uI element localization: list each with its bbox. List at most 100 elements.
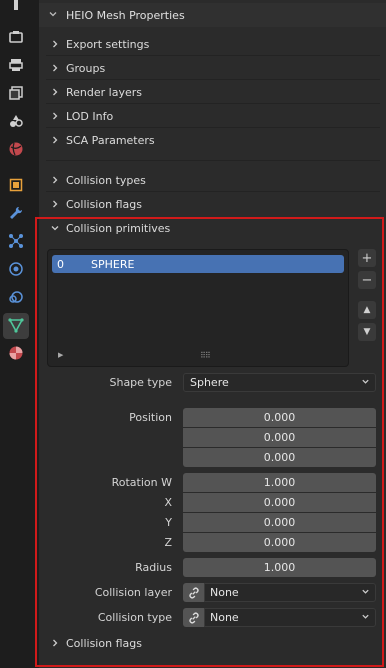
position-y-field[interactable]: 0.000 — [183, 428, 376, 447]
chevron-right-icon — [50, 638, 60, 648]
section-label: Collision types — [66, 173, 146, 187]
divider — [46, 127, 380, 128]
chevron-right-icon — [50, 39, 60, 49]
chevron-down-icon — [50, 223, 60, 233]
panel-title: HEIO Mesh Properties — [66, 8, 185, 22]
add-primitive-button[interactable]: + — [358, 249, 376, 267]
collision-type-dropdown[interactable]: None — [183, 608, 376, 627]
section-primitive-collision-flags[interactable]: Collision flags — [46, 632, 380, 654]
collision-layer-select[interactable]: None — [204, 583, 376, 602]
position-label: Position — [129, 411, 172, 424]
section-label: Collision flags — [66, 636, 142, 650]
section-collision-primitives[interactable]: Collision primitives — [46, 217, 380, 239]
collision-type-select[interactable]: None — [204, 608, 376, 627]
physics-tab[interactable] — [3, 257, 29, 283]
particles-icon — [8, 233, 24, 252]
world-tab[interactable] — [3, 137, 29, 163]
particles-tab[interactable] — [3, 229, 29, 255]
collision-layer-dropdown[interactable]: None — [183, 583, 376, 602]
section-sca-parameters[interactable]: SCA Parameters — [46, 129, 380, 151]
rotation-y-field[interactable]: 0.000 — [183, 513, 376, 532]
position-x-field[interactable]: 0.000 — [183, 408, 376, 427]
object-icon — [8, 177, 24, 196]
chevron-right-icon — [50, 135, 60, 145]
chevron-right-icon — [50, 111, 60, 121]
chevron-down-icon — [361, 612, 375, 624]
section-label: Export settings — [66, 37, 150, 51]
chevron-down-icon — [361, 377, 375, 389]
link-icon[interactable] — [183, 583, 204, 602]
rotation-y-label: Y — [165, 516, 172, 529]
constraints-tab[interactable] — [3, 285, 29, 311]
shape-type-value: Sphere — [190, 376, 229, 389]
radius-field[interactable]: 1.000 — [183, 558, 376, 577]
section-export-settings[interactable]: Export settings — [46, 33, 380, 55]
list-item-name: SPHERE — [91, 257, 135, 271]
chevron-down-icon — [361, 587, 375, 599]
shape-type-dropdown[interactable]: Sphere — [183, 373, 376, 392]
section-label: Collision primitives — [66, 221, 171, 235]
section-label: Groups — [66, 61, 106, 75]
tool-icon — [8, 0, 24, 15]
output-tab[interactable] — [3, 53, 29, 79]
divider — [46, 103, 380, 104]
collision-layer-label: Collision layer — [94, 586, 172, 599]
object-tab[interactable] — [3, 173, 29, 199]
chevron-right-icon — [50, 175, 60, 185]
heio-mesh-properties-header[interactable]: HEIO Mesh Properties — [39, 3, 386, 27]
section-groups[interactable]: Groups — [46, 57, 380, 79]
remove-primitive-button[interactable]: − — [358, 271, 376, 289]
rotation-x-field[interactable]: 0.000 — [183, 493, 376, 512]
chevron-down-icon — [48, 9, 58, 22]
rotation-z-field[interactable]: 0.000 — [183, 533, 376, 552]
section-collision-types[interactable]: Collision types — [46, 169, 380, 191]
move-down-button[interactable]: ▼ — [358, 323, 376, 341]
radius-label: Radius — [135, 561, 172, 574]
chevron-right-icon — [50, 199, 60, 209]
section-render-layers[interactable]: Render layers — [46, 81, 380, 103]
collision-type-label: Collision type — [97, 611, 172, 624]
constraints-icon — [8, 289, 24, 308]
modifier-tab[interactable] — [3, 201, 29, 227]
section-collision-flags[interactable]: Collision flags — [46, 193, 380, 215]
section-label: Render layers — [66, 85, 142, 99]
render-tab[interactable] — [3, 25, 29, 51]
link-icon[interactable] — [183, 608, 204, 627]
chevron-right-icon — [50, 63, 60, 73]
shape-type-label: Shape type — [109, 376, 172, 389]
section-label: LOD Info — [66, 109, 114, 123]
modifier-icon — [8, 205, 24, 224]
section-label: Collision flags — [66, 197, 142, 211]
list-item[interactable]: 0 SPHERE — [52, 255, 344, 273]
panel-gutter — [32, 0, 39, 668]
divider — [46, 55, 380, 56]
tool-tab[interactable] — [3, 0, 29, 18]
rotation-z-label: Z — [164, 536, 172, 549]
properties-tab-strip — [0, 0, 32, 668]
scene-tab[interactable] — [3, 109, 29, 135]
scene-icon — [8, 113, 24, 132]
mesh-data-tab[interactable] — [3, 313, 29, 339]
rotation-w-field[interactable]: 1.000 — [183, 473, 376, 492]
position-z-field[interactable]: 0.000 — [183, 448, 376, 467]
divider — [46, 160, 380, 161]
material-icon — [8, 345, 24, 364]
list-item-index: 0 — [57, 257, 64, 271]
chevron-right-icon — [50, 87, 60, 97]
divider — [46, 79, 380, 80]
collision-type-value: None — [210, 611, 239, 624]
world-icon — [8, 141, 24, 160]
section-lod-info[interactable]: LOD Info — [46, 105, 380, 127]
list-filter-toggle-icon[interactable]: ▶ — [58, 351, 63, 359]
rotation-w-label: Rotation W — [111, 476, 172, 489]
output-icon — [8, 57, 24, 76]
physics-icon — [8, 261, 24, 280]
collision-primitives-list[interactable]: 0 SPHERE ▶ ⠿⠿ — [47, 249, 349, 367]
move-up-button[interactable]: ▲ — [358, 301, 376, 319]
divider — [46, 191, 380, 192]
view-layer-tab[interactable] — [3, 81, 29, 107]
section-label: SCA Parameters — [66, 133, 155, 147]
mesh-data-icon — [8, 317, 24, 336]
material-tab[interactable] — [3, 341, 29, 367]
list-resize-grip-icon[interactable]: ⠿⠿ — [200, 351, 211, 360]
